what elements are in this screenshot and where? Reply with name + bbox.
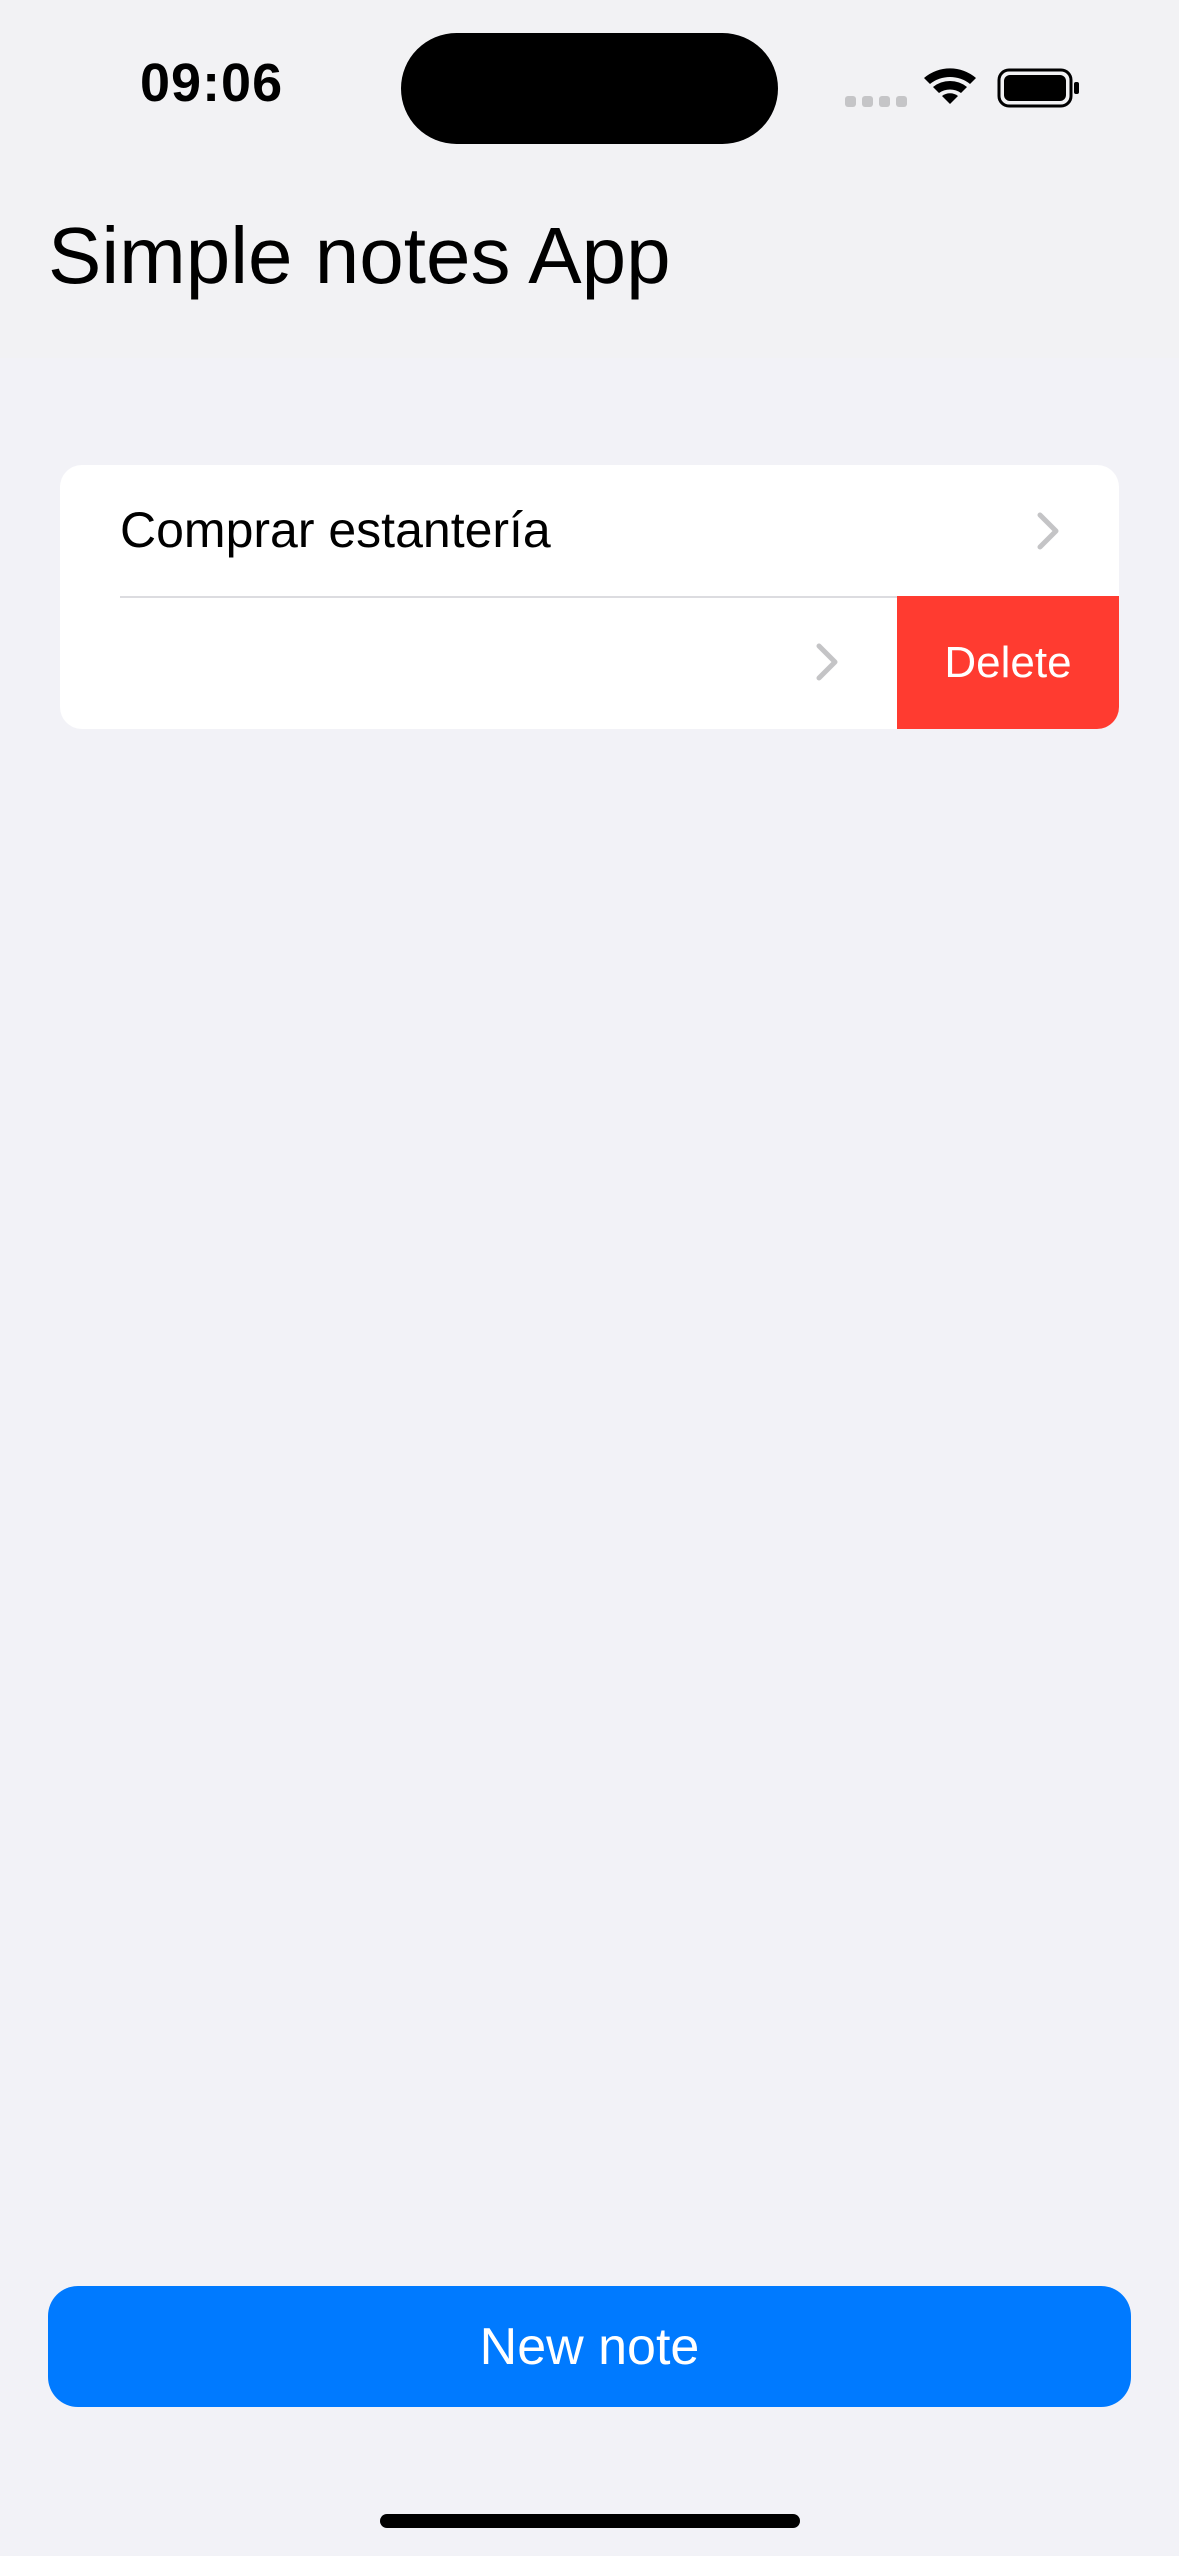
notes-list: Comprar estantería Delete: [60, 465, 1119, 729]
delete-button[interactable]: Delete: [897, 596, 1119, 729]
list-item-label: Comprar estantería: [120, 502, 551, 558]
wifi-icon: [924, 68, 976, 104]
chevron-right-icon: [1037, 512, 1059, 550]
page-title: Simple notes App: [48, 211, 671, 300]
chevron-right-icon: [816, 643, 838, 681]
dynamic-island: [401, 33, 778, 144]
cellular-signal-icon: [845, 96, 907, 108]
home-indicator[interactable]: [380, 2514, 800, 2528]
screen: 09:06 Simple notes App Comprar estanterí…: [0, 0, 1179, 2556]
new-note-button[interactable]: New note: [48, 2286, 1131, 2407]
battery-icon: [997, 68, 1079, 108]
list-item[interactable]: Comprar estantería: [60, 465, 1119, 596]
status-time: 09:06: [140, 53, 284, 113]
navigation-header: 09:06 Simple notes App: [0, 0, 1179, 358]
